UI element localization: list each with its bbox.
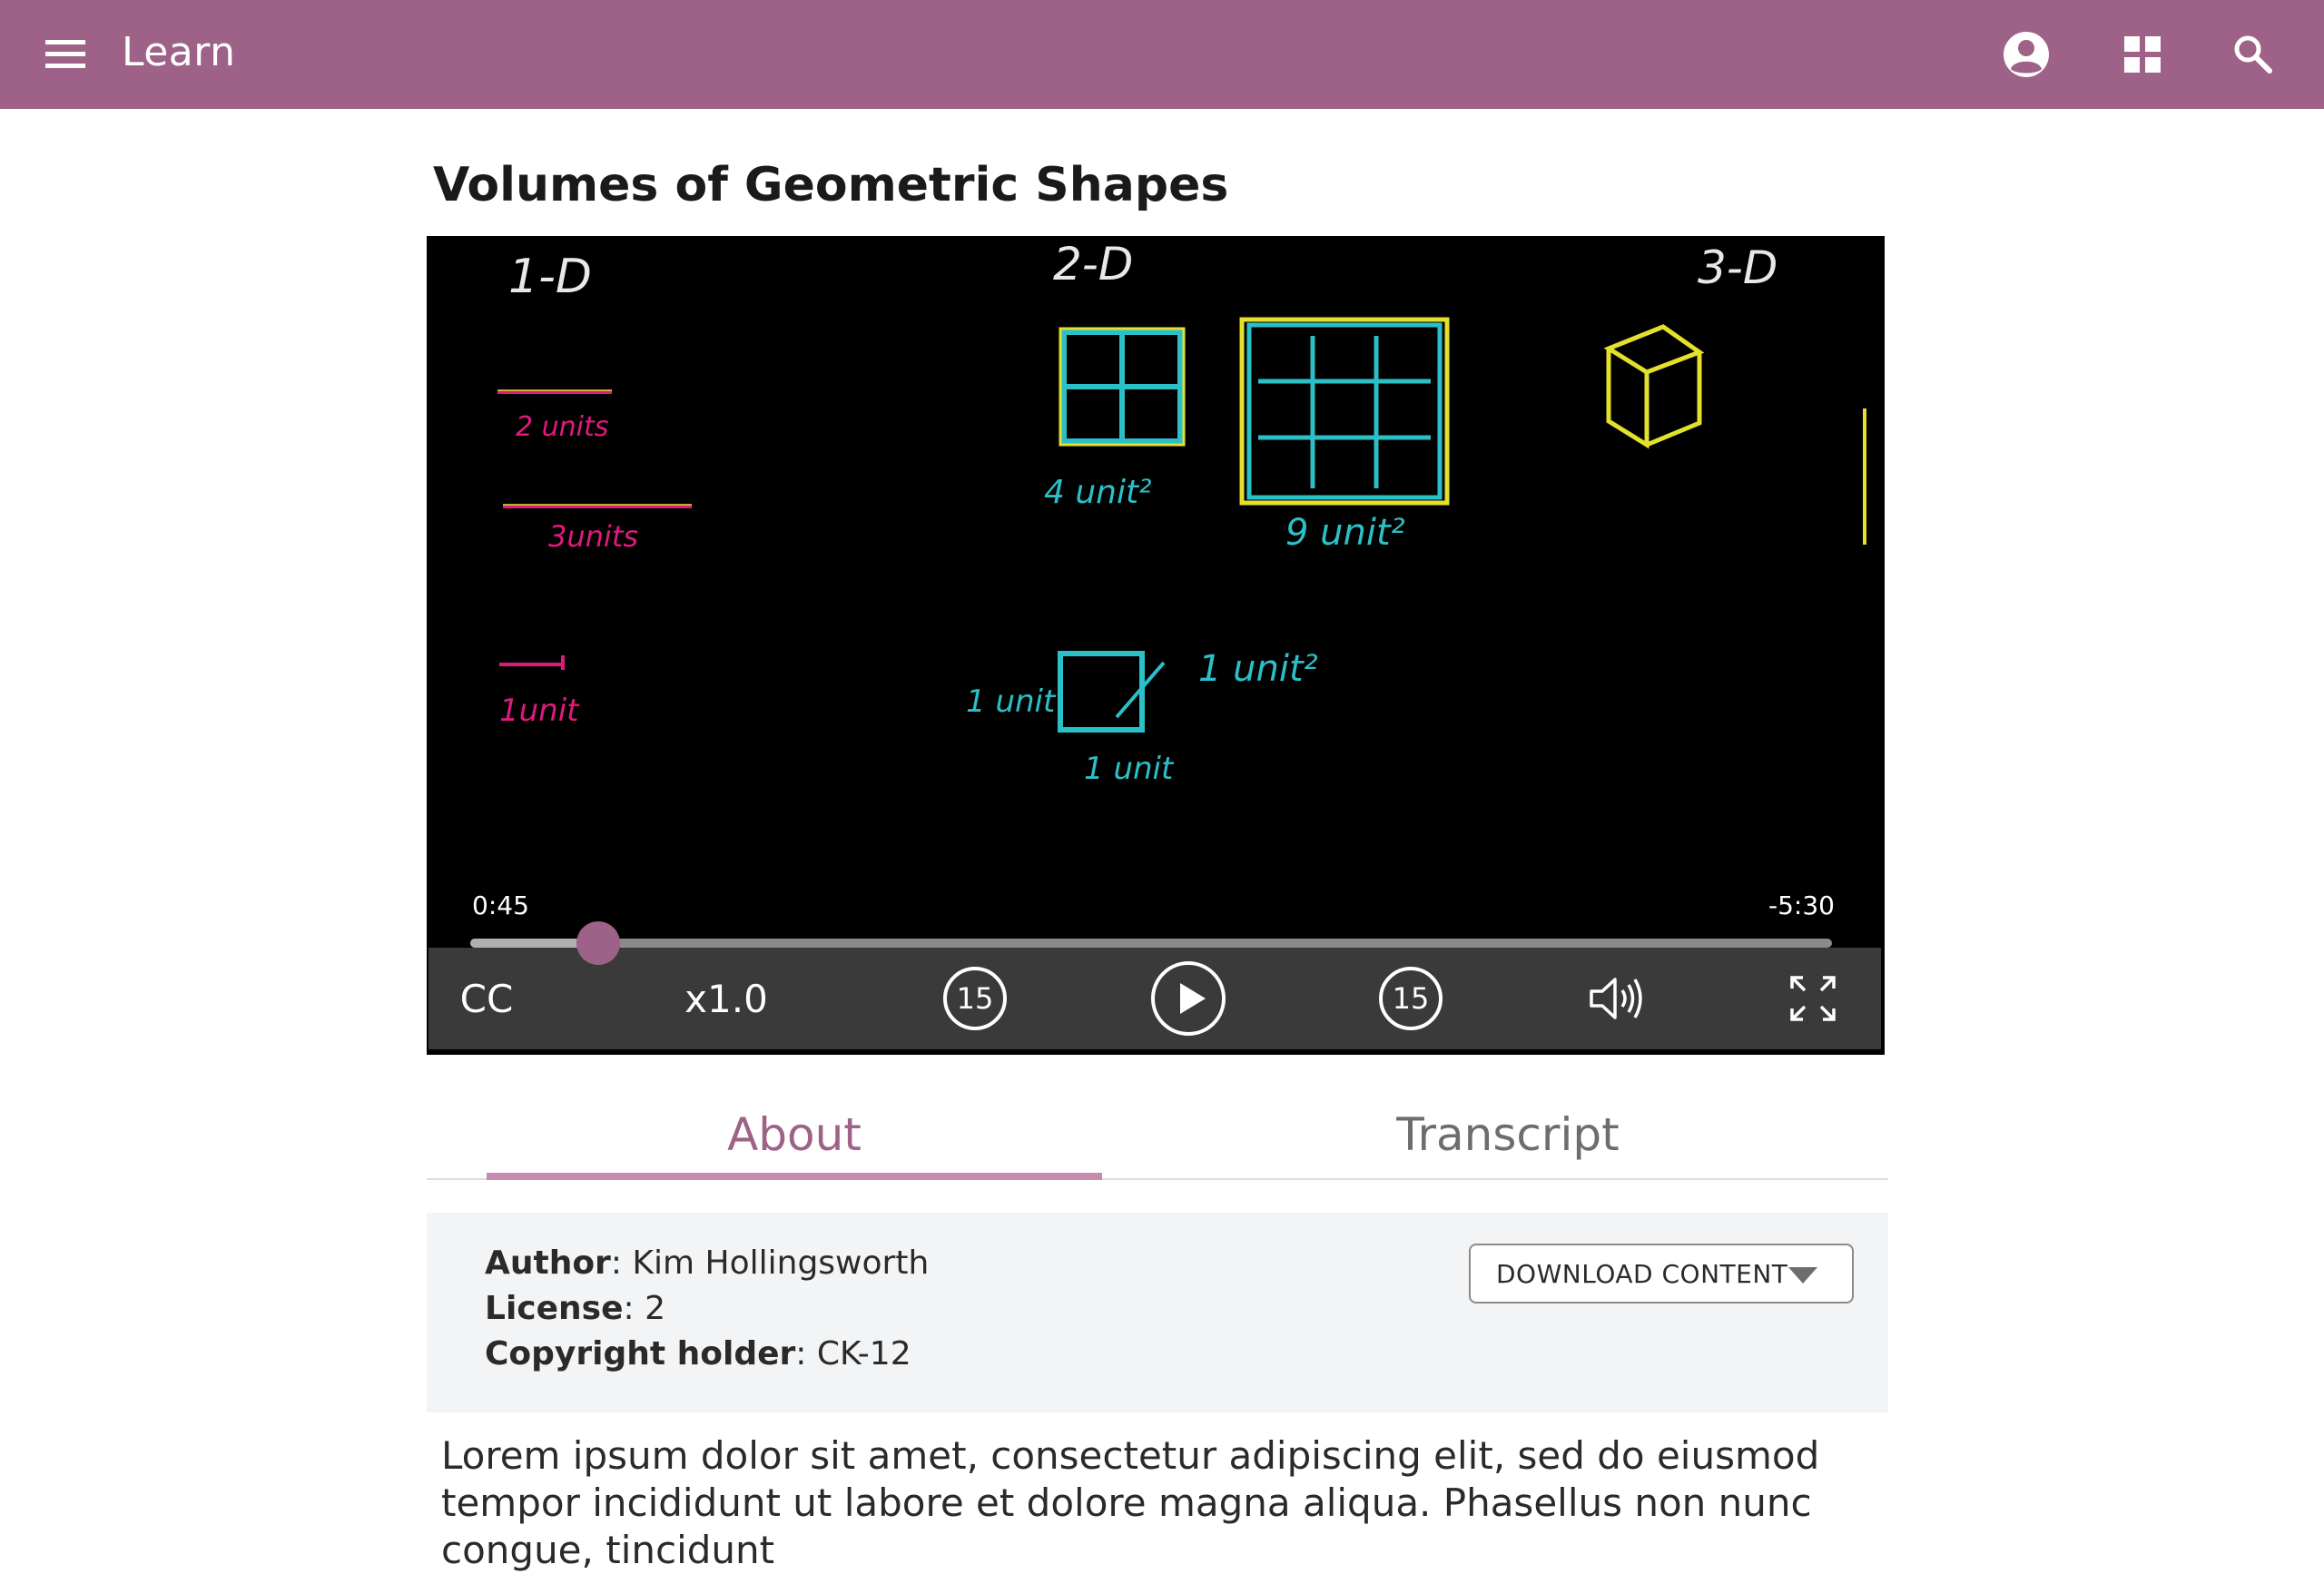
- label-2-units: 2 units: [516, 411, 608, 443]
- about-panel: Author: Kim Hollingsworth License: 2 Cop…: [427, 1213, 1888, 1412]
- label-side-unit-bottom: 1 unit: [1084, 751, 1175, 787]
- menu-button[interactable]: [40, 33, 91, 76]
- forward-seconds: 15: [1393, 981, 1430, 1016]
- volume-icon: [1590, 978, 1642, 1019]
- play-button[interactable]: [1147, 948, 1229, 1049]
- video-progress-bar[interactable]: [470, 921, 1832, 965]
- license-label: License: [485, 1290, 624, 1327]
- license-row: License: 2: [485, 1290, 665, 1327]
- label-1d: 1-D: [508, 250, 592, 304]
- video-frame-chalkboard: 1-D 2-D 3-D 2 units 3units 1unit 4 unit²: [497, 238, 1866, 787]
- volume-button[interactable]: [1581, 948, 1654, 1049]
- account-button[interactable]: [1997, 25, 2055, 84]
- search-icon: [2234, 35, 2272, 74]
- captions-button[interactable]: CC: [450, 948, 523, 1049]
- video-progress-thumb[interactable]: [576, 921, 620, 965]
- playback-speed-button[interactable]: x1.0: [683, 948, 770, 1049]
- tab-about[interactable]: About: [487, 1089, 1102, 1180]
- forward-icon: 15: [1379, 967, 1443, 1030]
- forward-15-button[interactable]: 15: [1373, 948, 1449, 1049]
- author-value: Kim Hollingsworth: [632, 1244, 930, 1282]
- menu-icon: [45, 40, 85, 68]
- account-icon: [2004, 32, 2049, 77]
- active-tab-indicator: [487, 1173, 1102, 1180]
- search-button[interactable]: [2224, 25, 2282, 84]
- video-player[interactable]: 1-D 2-D 3-D 2 units 3units 1unit 4 unit²: [427, 236, 1885, 1055]
- content-tabs: About Transcript: [427, 1089, 1888, 1180]
- copyright-row: Copyright holder: CK-12: [485, 1335, 911, 1372]
- copyright-label: Copyright holder: [485, 1335, 796, 1372]
- rewind-15-button[interactable]: 15: [937, 948, 1013, 1049]
- label-1-unit: 1unit: [499, 693, 580, 729]
- label-4-unit-sq: 4 unit²: [1044, 474, 1152, 511]
- label-3d: 3-D: [1698, 241, 1777, 294]
- author-row: Author: Kim Hollingsworth: [485, 1244, 930, 1282]
- license-value: 2: [645, 1290, 665, 1327]
- rewind-icon: 15: [943, 967, 1007, 1030]
- label-2d: 2-D: [1053, 238, 1133, 290]
- label-9-unit-sq: 9 unit²: [1285, 512, 1405, 554]
- rewind-seconds: 15: [957, 981, 994, 1016]
- tab-transcript[interactable]: Transcript: [1200, 1089, 1816, 1180]
- download-content-label: DOWNLOAD CONTENT: [1496, 1258, 1788, 1289]
- label-3-units: 3units: [548, 519, 638, 554]
- description-text: Lorem ipsum dolor sit amet, consectetur …: [441, 1433, 1820, 1572]
- page-title: Volumes of Geometric Shapes: [433, 158, 1229, 212]
- elapsed-time: 0:45: [472, 890, 529, 920]
- copyright-value: CK-12: [816, 1335, 911, 1372]
- play-icon: [1151, 961, 1226, 1036]
- caret-down-icon: [1788, 1267, 1817, 1284]
- app-bar: Learn: [0, 0, 2324, 109]
- app-title: Learn: [122, 29, 236, 75]
- apps-button[interactable]: [2113, 25, 2171, 84]
- label-1-unit-sq: 1 unit²: [1198, 648, 1318, 690]
- video-control-bar: CC x1.0 15 15: [428, 948, 1881, 1049]
- fullscreen-icon: [1790, 976, 1836, 1021]
- apps-grid-icon: [2124, 36, 2161, 73]
- fullscreen-button[interactable]: [1781, 948, 1845, 1049]
- remaining-time: -5:30: [1768, 890, 1835, 920]
- download-content-button[interactable]: DOWNLOAD CONTENT: [1469, 1244, 1854, 1303]
- label-side-unit-left: 1 unit: [966, 684, 1057, 720]
- author-label: Author: [485, 1244, 611, 1282]
